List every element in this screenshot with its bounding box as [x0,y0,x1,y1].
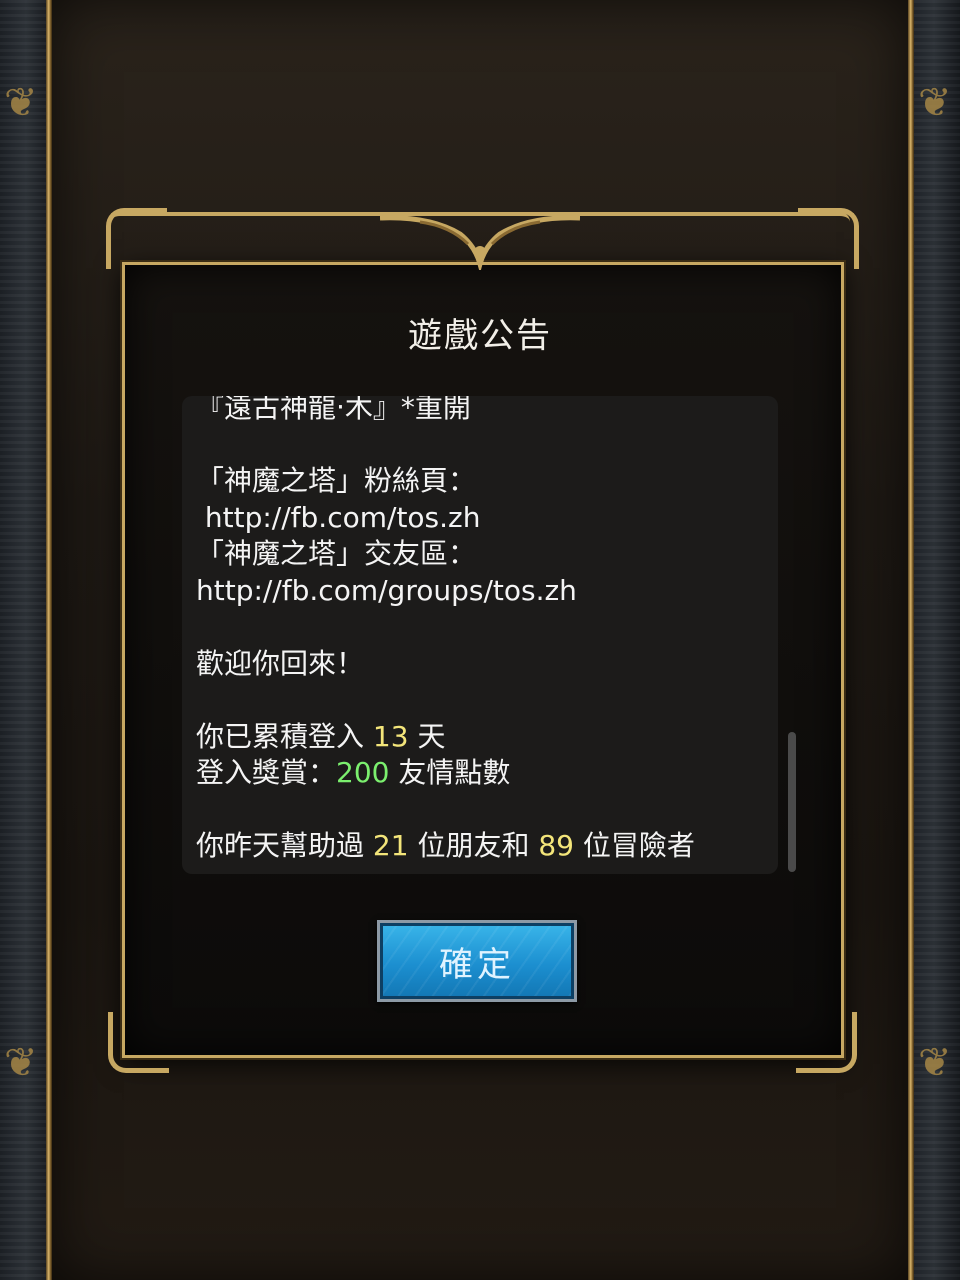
highlight-value: 89 [538,829,574,862]
line-text: 「神魔之塔」交友區： [196,537,477,570]
announcement-line [196,792,764,829]
line-text: http://fb.com/groups/tos.zh [196,573,577,607]
line-text: 友情點數 [389,756,511,789]
announcement-line [196,609,764,646]
line-text: 「神魔之塔」粉絲頁： [196,464,477,497]
announcement-line: 「神魔之塔」交友區： [196,536,764,573]
announcement-line: 歡迎你回來！ [196,646,764,683]
line-text: http://fb.com/tos.zh [196,500,481,534]
announcement-line: 「神魔之塔」粉絲頁： [196,463,764,500]
confirm-button-label: 確定 [439,944,515,985]
line-text: 『遠古神龍‧木』*重開 [196,396,471,424]
left-side-panel: ❦ ❦ [0,0,52,1280]
announcement-text: 『遠古神龍‧木』*重開「神魔之塔」粉絲頁： http://fb.com/tos.… [196,396,764,865]
corner-ornament [106,208,167,269]
corner-ornament [796,1012,857,1073]
highlight-value: 13 [372,719,409,753]
line-text: 位冒險者 [574,829,695,862]
ornament-icon: ❦ [918,80,952,126]
line-text: 你昨天幫助過 [196,829,373,862]
announcement-line: http://fb.com/groups/tos.zh [196,573,764,610]
scrollbar[interactable] [788,732,796,872]
line-text: 位朋友和 [408,829,539,862]
line-text: 天 [408,719,446,753]
corner-ornament [108,1012,169,1073]
ornament-icon: ❦ [4,1040,38,1086]
announcement-line: 登入獎賞：200 友情點數 [196,755,764,792]
announcement-line: 你昨天幫助過 21 位朋友和 89 位冒險者 [196,828,764,865]
announcement-text-box[interactable]: 『遠古神龍‧木』*重開「神魔之塔」粉絲頁： http://fb.com/tos.… [182,396,778,874]
right-side-panel: ❦ ❦ [908,0,960,1280]
line-text: 歡迎你回來！ [196,646,365,680]
announcement-line: http://fb.com/tos.zh [196,500,764,537]
dialog-title: 遊戲公告 [408,316,552,356]
announcement-line: 你已累積登入 13 天 [196,719,764,756]
highlight-value: 200 [336,756,390,789]
ornament-icon: ❦ [918,1040,952,1086]
announcement-line [196,427,764,464]
ornament-icon: ❦ [4,80,38,126]
announcement-line [196,682,764,719]
line-text: 你已累積登入 [196,719,373,753]
confirm-button[interactable]: 確定 [377,920,577,1002]
highlight-value: 21 [372,829,409,862]
line-text: 登入獎賞： [196,756,337,789]
announcement-line: 『遠古神龍‧木』*重開 [196,396,764,427]
crest-ornament-icon [380,215,580,270]
corner-ornament [798,208,859,269]
